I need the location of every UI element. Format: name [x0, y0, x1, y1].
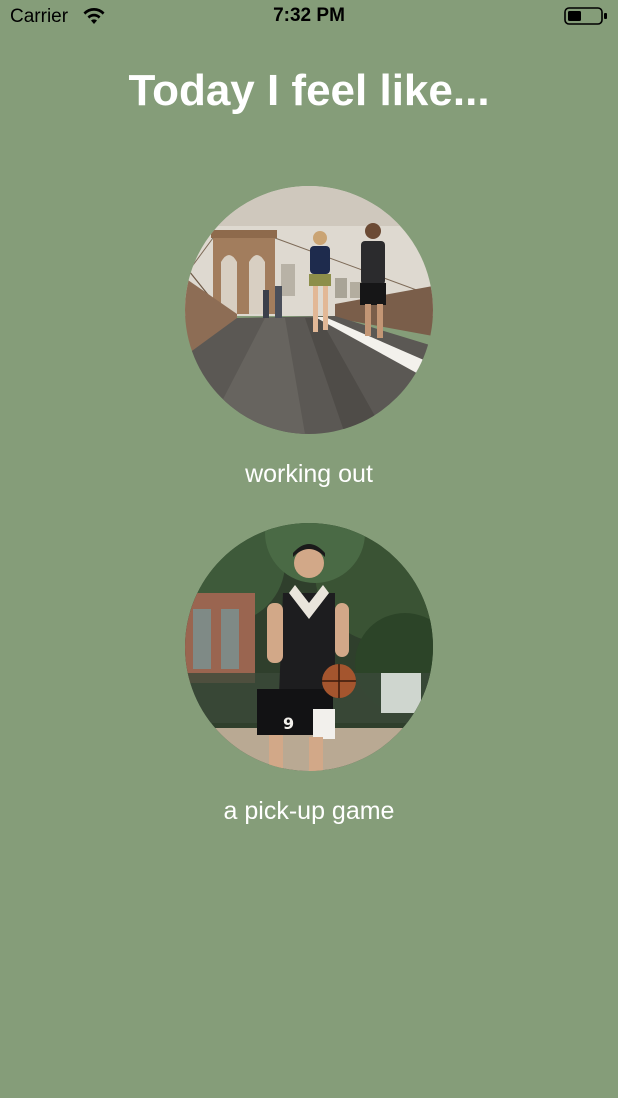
battery-icon	[564, 7, 607, 25]
activity-label: working out	[245, 460, 373, 488]
basketball-player-photo[interactable]: 9	[185, 523, 433, 771]
svg-text:9: 9	[283, 714, 294, 733]
page-title: Today I feel like...	[128, 66, 490, 115]
activity-option-working-out[interactable]: working out	[0, 186, 618, 489]
activity-option-pick-up-game[interactable]: 9 a pick-up game	[0, 523, 618, 826]
status-bar: Carrier 7:32 PM	[0, 0, 618, 34]
activity-label: a pick-up game	[223, 797, 395, 825]
runners-on-bridge-photo[interactable]	[185, 186, 433, 434]
status-time: 7:32 PM	[273, 5, 345, 26]
